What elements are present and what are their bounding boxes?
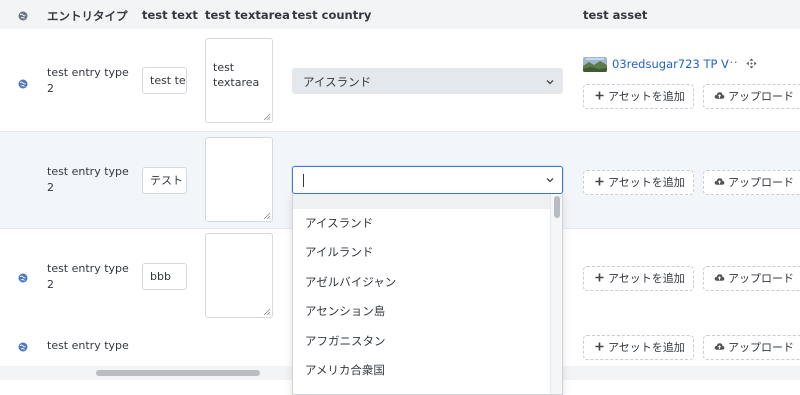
add-asset-button[interactable]: アセットを追加 xyxy=(583,84,694,109)
asset-thumbnail[interactable] xyxy=(583,57,607,72)
entry-type-label: test entry type 2 xyxy=(47,66,129,95)
add-asset-button[interactable]: アセットを追加 xyxy=(583,170,694,195)
country-select-value: アイスランド xyxy=(303,75,372,89)
chevron-down-icon xyxy=(546,80,554,85)
textarea-field[interactable] xyxy=(205,233,273,318)
upload-label: アップロード xyxy=(728,176,794,189)
resize-grip-icon[interactable] xyxy=(263,308,271,316)
add-asset-label: アセットを追加 xyxy=(608,272,685,285)
chevron-down-icon xyxy=(546,178,554,183)
table-header: エントリタイプ test text test textarea test cou… xyxy=(0,0,800,29)
column-header-textarea[interactable]: test textarea xyxy=(205,8,290,22)
entry-type-label: test entry type 2 xyxy=(47,165,129,194)
country-select[interactable]: アイスランド xyxy=(292,68,563,94)
dropdown-option-empty[interactable] xyxy=(293,194,551,209)
text-caret xyxy=(303,174,304,187)
plus-icon xyxy=(595,91,604,100)
globe-icon xyxy=(18,342,28,352)
upload-label: アップロード xyxy=(728,272,794,285)
upload-button[interactable]: アップロード xyxy=(703,335,800,360)
textarea-field[interactable] xyxy=(205,137,273,222)
dropdown-option[interactable]: アセンション島 xyxy=(293,297,551,326)
dropdown-option[interactable]: アゼルバイジャン xyxy=(293,268,551,297)
add-asset-button[interactable]: アセットを追加 xyxy=(583,266,694,291)
column-header-text[interactable]: test text xyxy=(142,8,198,22)
plus-icon xyxy=(595,177,604,186)
cloud-upload-icon xyxy=(714,178,725,185)
dropdown-option[interactable]: アイルランド xyxy=(293,238,551,267)
table-row: test entry type 2 test te test textarea … xyxy=(0,29,800,131)
cloud-upload-icon xyxy=(714,92,725,99)
asset-name-link[interactable]: 03redsugar723 TP V xyxy=(612,56,729,72)
entry-type-label: test entry type xyxy=(47,339,129,352)
entry-type-label: test entry type 2 xyxy=(47,262,129,291)
column-header-type[interactable]: エントリタイプ xyxy=(47,8,128,24)
add-asset-label: アセットを追加 xyxy=(608,176,685,189)
upload-label: アップロード xyxy=(728,341,794,354)
resize-grip-icon[interactable] xyxy=(263,212,271,220)
dropdown-option[interactable]: アメリカ合衆国 xyxy=(293,356,551,385)
dropdown-option[interactable]: アイスランド xyxy=(293,209,551,238)
cloud-upload-icon xyxy=(714,343,725,350)
resize-grip-icon[interactable] xyxy=(263,113,271,121)
add-asset-label: アセットを追加 xyxy=(608,90,685,103)
country-select[interactable] xyxy=(292,166,563,194)
text-field[interactable]: bbb xyxy=(142,263,187,290)
globe-icon xyxy=(18,273,28,283)
textarea-field[interactable]: test textarea xyxy=(205,38,273,123)
add-asset-button[interactable]: アセットを追加 xyxy=(583,335,694,360)
upload-label: アップロード xyxy=(728,90,794,103)
plus-icon xyxy=(595,273,604,282)
add-asset-label: アセットを追加 xyxy=(608,341,685,354)
upload-button[interactable]: アップロード xyxy=(703,266,800,291)
move-icon[interactable] xyxy=(746,58,757,69)
dropdown-option[interactable]: アフガニスタン xyxy=(293,327,551,356)
country-dropdown-list[interactable]: アイスランド アイルランド アゼルバイジャン アセンション島 アフガニスタン ア… xyxy=(292,194,563,395)
column-header-asset[interactable]: test asset xyxy=(583,8,647,22)
dropdown-scrollbar-thumb[interactable] xyxy=(554,196,560,218)
dropdown-scrollbar[interactable] xyxy=(550,194,562,394)
globe-icon xyxy=(18,11,28,21)
upload-button[interactable]: アップロード xyxy=(703,84,800,109)
upload-button[interactable]: アップロード xyxy=(703,170,800,195)
plus-icon xyxy=(595,342,604,351)
cloud-upload-icon xyxy=(714,274,725,281)
textarea-value: test textarea xyxy=(213,61,260,89)
globe-icon xyxy=(18,79,28,89)
text-field[interactable]: テスト xyxy=(142,167,187,194)
text-field[interactable]: test te xyxy=(142,67,187,94)
column-header-country[interactable]: test country xyxy=(292,8,371,22)
horizontal-scrollbar-thumb[interactable] xyxy=(96,370,260,376)
asset-menu-icon[interactable]: ··· xyxy=(725,56,739,69)
